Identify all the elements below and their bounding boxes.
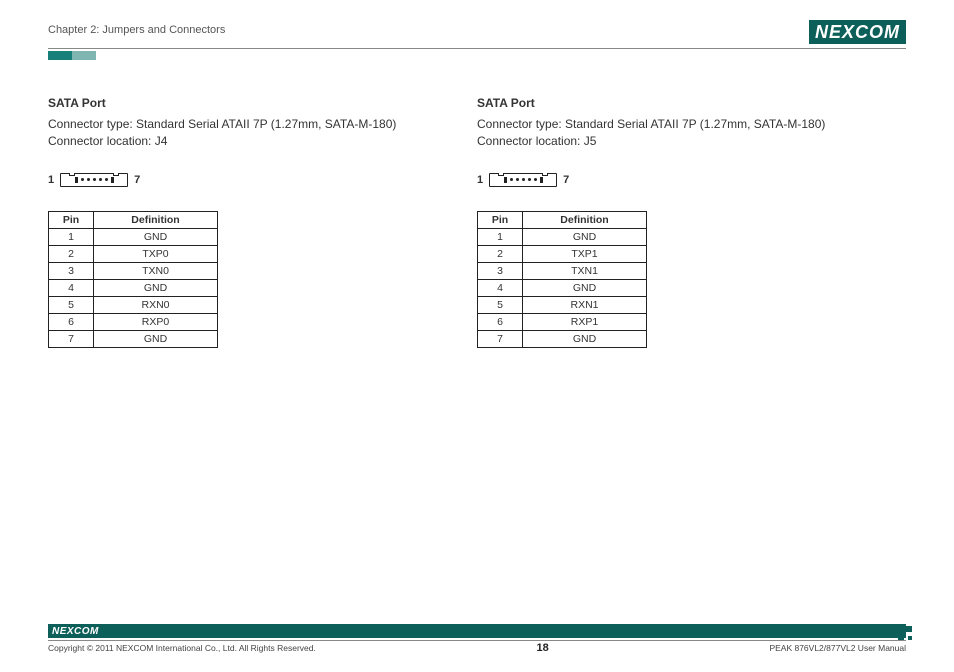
header-pin: Pin <box>49 211 94 228</box>
footer-info-row: Copyright © 2011 NEXCOM International Co… <box>48 640 906 654</box>
table-row: 7GND <box>49 330 218 347</box>
chapter-title: Chapter 2: Jumpers and Connectors <box>48 20 225 36</box>
connector-type-left: Connector type: Standard Serial ATAII 7P… <box>48 117 396 131</box>
right-column: SATA Port Connector type: Standard Seria… <box>477 96 906 348</box>
table-row: 4GND <box>49 279 218 296</box>
left-column: SATA Port Connector type: Standard Seria… <box>48 96 477 348</box>
table-row: 4GND <box>478 279 647 296</box>
table-row: 2TXP0 <box>49 245 218 262</box>
header-def: Definition <box>523 211 647 228</box>
table-row: 7GND <box>478 330 647 347</box>
page-footer: NEXCOM Copyright © 2011 NEXCOM Internati… <box>48 624 906 654</box>
table-header-row: Pin Definition <box>478 211 647 228</box>
pin-table-right: Pin Definition 1GND 2TXP1 3TXN1 4GND 5RX… <box>477 211 647 348</box>
table-row: 5RXN0 <box>49 296 218 313</box>
table-row: 3TXN1 <box>478 262 647 279</box>
pin-label-7-right: 7 <box>563 174 569 186</box>
table-row: 3TXN0 <box>49 262 218 279</box>
connector-desc-left: Connector type: Standard Serial ATAII 7P… <box>48 116 457 151</box>
table-header-row: Pin Definition <box>49 211 218 228</box>
table-row: 2TXP1 <box>478 245 647 262</box>
footer-bar: NEXCOM <box>48 624 906 638</box>
table-row: 1GND <box>49 228 218 245</box>
connector-location-left: Connector location: J4 <box>48 134 167 148</box>
section-title-left: SATA Port <box>48 96 457 110</box>
header-rule <box>48 48 906 49</box>
pin-label-1-left: 1 <box>48 174 54 186</box>
sata-connector-icon <box>60 173 128 187</box>
manual-title: PEAK 876VL2/877VL2 User Manual <box>769 643 906 653</box>
copyright-text: Copyright © 2011 NEXCOM International Co… <box>48 643 316 653</box>
content-columns: SATA Port Connector type: Standard Seria… <box>48 96 906 348</box>
page-header: Chapter 2: Jumpers and Connectors NEXCOM <box>48 20 906 44</box>
connector-location-right: Connector location: J5 <box>477 134 596 148</box>
page-number: 18 <box>537 642 549 654</box>
logo-text: NEXCOM <box>815 22 900 43</box>
connector-diagram-right: 1 7 <box>477 173 886 187</box>
header-pin: Pin <box>478 211 523 228</box>
pin-table-left: Pin Definition 1GND 2TXP0 3TXN0 4GND 5RX… <box>48 211 218 348</box>
header-def: Definition <box>94 211 218 228</box>
pin-label-7-left: 7 <box>134 174 140 186</box>
nexcom-logo-bottom: NEXCOM <box>52 626 99 637</box>
section-title-right: SATA Port <box>477 96 886 110</box>
pin-label-1-right: 1 <box>477 174 483 186</box>
connector-diagram-left: 1 7 <box>48 173 457 187</box>
table-row: 6RXP1 <box>478 313 647 330</box>
connector-desc-right: Connector type: Standard Serial ATAII 7P… <box>477 116 886 151</box>
table-row: 6RXP0 <box>49 313 218 330</box>
sata-connector-icon <box>489 173 557 187</box>
connector-type-right: Connector type: Standard Serial ATAII 7P… <box>477 117 825 131</box>
nexcom-logo-top: NEXCOM <box>809 20 906 44</box>
footer-decoration-icon <box>892 624 912 644</box>
header-accent-bars <box>48 51 906 60</box>
table-row: 5RXN1 <box>478 296 647 313</box>
table-row: 1GND <box>478 228 647 245</box>
